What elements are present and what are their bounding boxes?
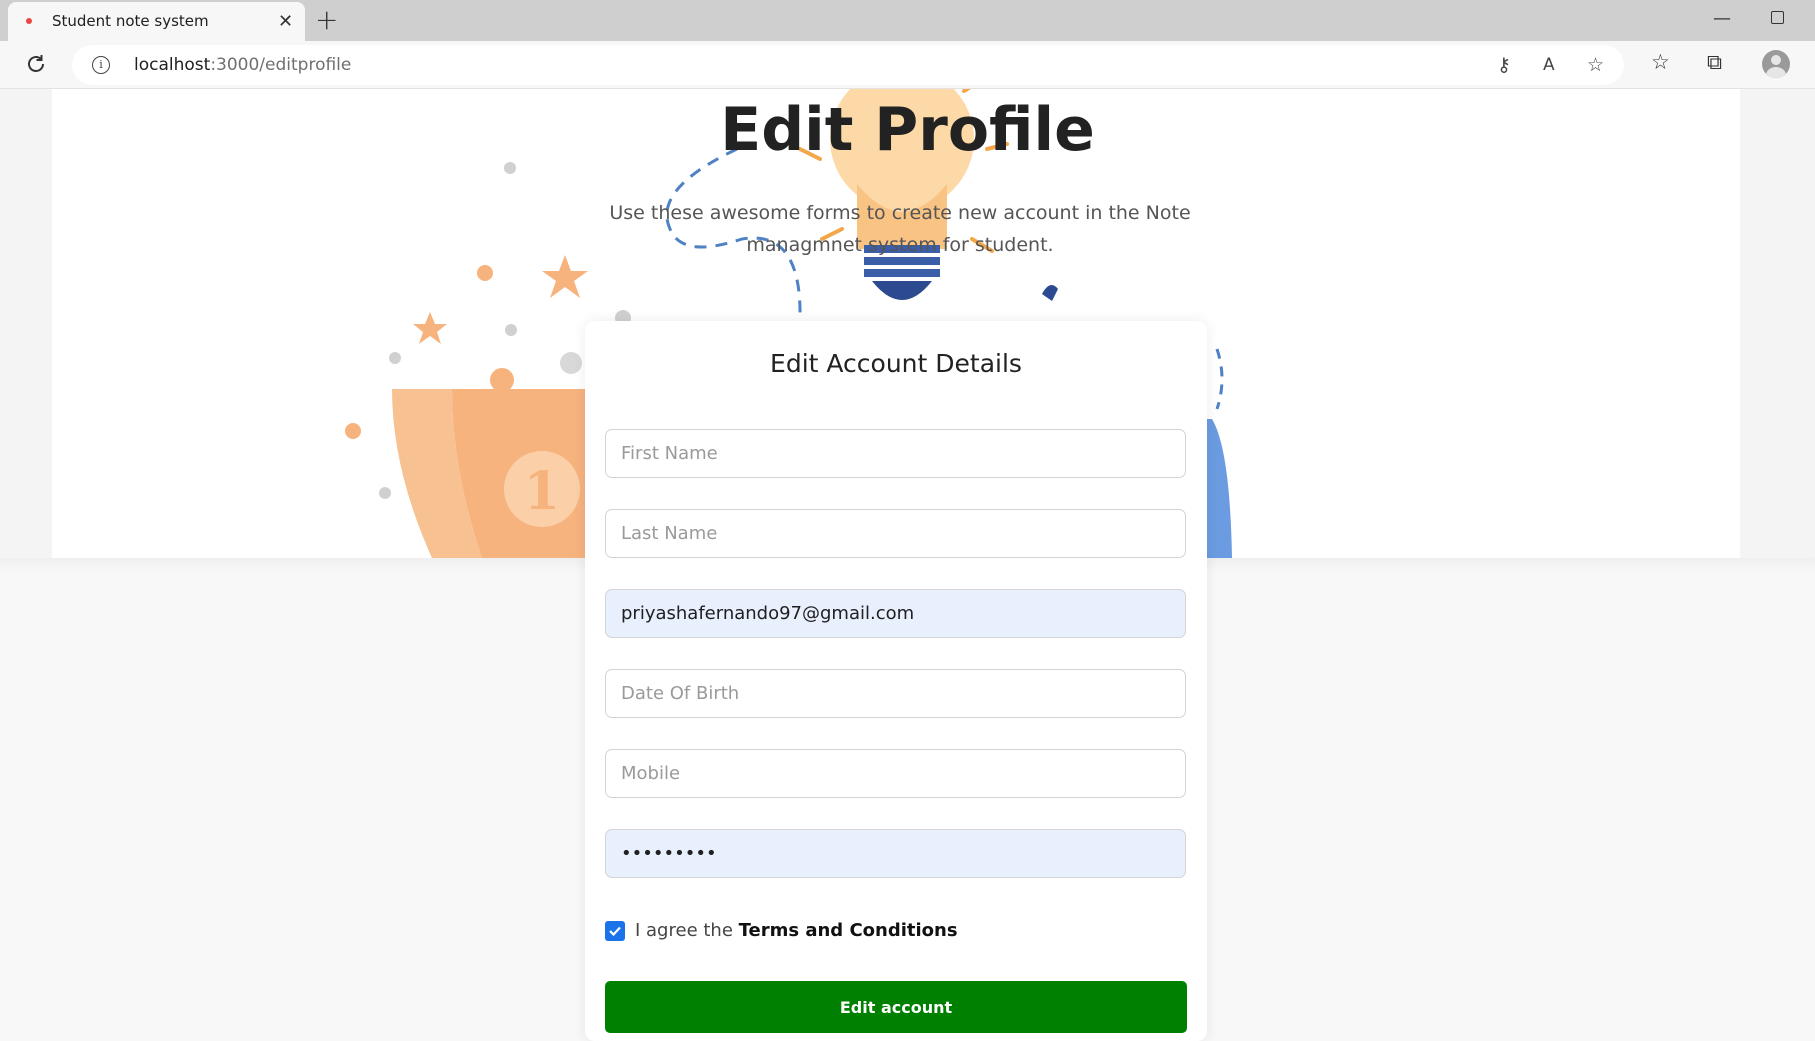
browser-tab[interactable]: Student note system ✕ — [8, 2, 305, 41]
svg-text:1: 1 — [524, 461, 560, 522]
date-of-birth-input[interactable] — [605, 669, 1186, 718]
first-name-input[interactable] — [605, 429, 1186, 478]
terms-link[interactable]: Terms and Conditions — [739, 920, 958, 941]
add-favorite-icon[interactable]: ☆ — [1587, 54, 1604, 76]
checkmark-icon — [609, 926, 621, 937]
profile-avatar-icon[interactable] — [1762, 50, 1790, 78]
reload-icon[interactable] — [25, 53, 47, 75]
browser-toolbar: i localhost:3000/editprofile ⚷ A ☆ ☆ ⧉ — [0, 41, 1815, 89]
email-input[interactable] — [605, 589, 1186, 638]
new-tab-icon[interactable]: + — [315, 3, 338, 36]
tab-bar: Student note system ✕ + — — [0, 0, 1815, 41]
password-input[interactable] — [605, 829, 1186, 878]
page-viewport: 1 Edit Profile Use these awesome forms t… — [0, 89, 1815, 1041]
favicon-icon — [26, 18, 32, 24]
last-name-input[interactable] — [605, 509, 1186, 558]
minimize-icon[interactable]: — — [1713, 8, 1731, 29]
page-subtitle: Use these awesome forms to create new ac… — [609, 202, 1191, 256]
terms-checkbox[interactable] — [605, 921, 625, 941]
close-tab-icon[interactable]: ✕ — [278, 11, 293, 32]
terms-label: I agree the Terms and Conditions — [635, 920, 958, 941]
page-title: Edit Profile — [720, 95, 1095, 165]
tab-title: Student note system — [52, 12, 209, 30]
edit-account-button[interactable]: Edit account — [605, 981, 1187, 1033]
favorites-icon[interactable]: ☆ — [1651, 50, 1670, 74]
address-bar[interactable]: i localhost:3000/editprofile ⚷ A ☆ — [72, 45, 1624, 85]
url-text: localhost:3000/editprofile — [134, 55, 352, 75]
read-aloud-icon[interactable]: A — [1543, 55, 1555, 75]
card-title: Edit Account Details — [770, 349, 1022, 378]
edit-account-card: Edit Account Details I agree the Terms a… — [585, 321, 1207, 1041]
mobile-input[interactable] — [605, 749, 1186, 798]
restore-icon[interactable] — [1771, 11, 1784, 24]
key-icon[interactable]: ⚷ — [1497, 54, 1511, 76]
site-info-icon[interactable]: i — [92, 56, 110, 74]
collections-icon[interactable]: ⧉ — [1707, 50, 1722, 75]
